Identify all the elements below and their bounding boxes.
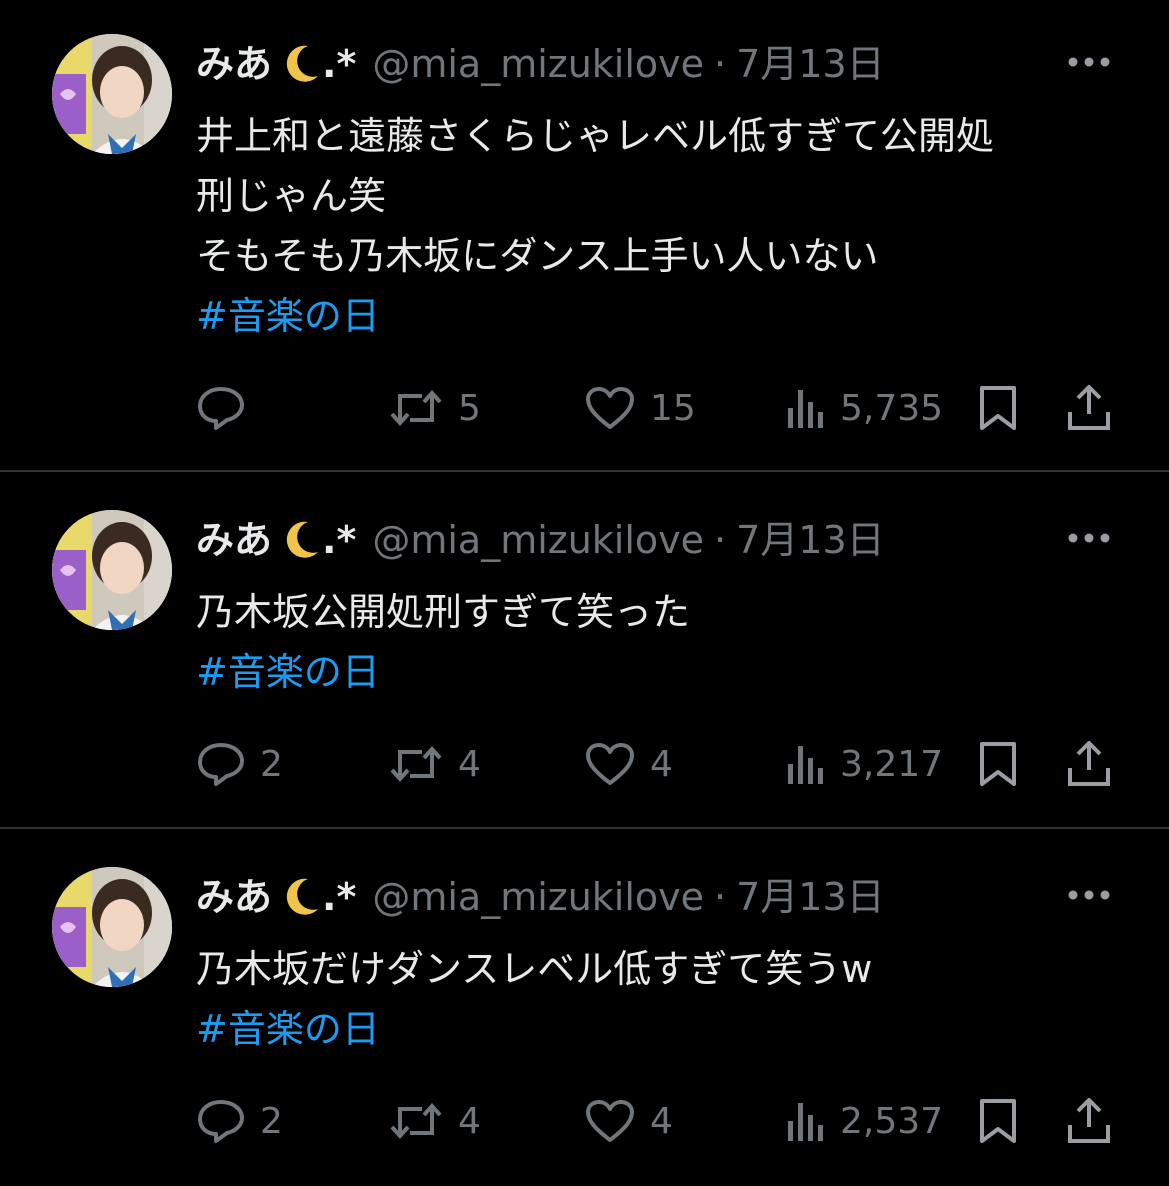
tweet-text-line: 井上和と遠藤さくらじゃレベル低すぎて公開処 [196, 114, 995, 158]
display-name-suffix: .* [322, 518, 357, 562]
like-icon [586, 1100, 634, 1142]
avatar[interactable] [52, 867, 172, 987]
reply-count: 2 [260, 1100, 283, 1142]
tweet-text-line: 乃木坂だけダンスレベル低すぎて笑うw [196, 947, 873, 991]
divider [0, 827, 1169, 829]
views-icon [788, 1103, 823, 1141]
bookmark-button[interactable] [978, 736, 1018, 792]
retweet-count: 5 [458, 387, 481, 429]
display-name-suffix: .* [322, 875, 357, 919]
bookmark-button[interactable] [978, 1093, 1018, 1149]
bookmark-button[interactable] [978, 380, 1018, 436]
tweet-date[interactable]: 7月13日 [736, 40, 885, 88]
like-button[interactable]: 4 [584, 1093, 673, 1149]
tweet-text: 井上和と遠藤さくらじゃレベル低すぎて公開処 刑じゃん笑 そもそも乃木坂にダンス上… [196, 106, 1116, 346]
user-handle[interactable]: @mia_mizukilove [372, 40, 704, 88]
views-count: 3,217 [840, 743, 944, 785]
separator-dot: · [714, 518, 727, 562]
share-icon [1068, 1098, 1110, 1143]
hashtag-link[interactable]: #音楽の日 [196, 642, 1116, 702]
tweet-text: 乃木坂公開処刑すぎて笑った #音楽の日 [196, 582, 1116, 702]
user-handle[interactable]: @mia_mizukilove [372, 873, 704, 921]
separator-dot: · [714, 875, 727, 919]
tweet-text-line: 刑じゃん笑 [196, 174, 387, 218]
crescent-moon-icon [286, 878, 319, 915]
retweet-button[interactable]: 4 [388, 1093, 481, 1149]
retweet-icon [390, 389, 442, 427]
tweet-header: みあ .* @mia_mizukilove · 7月13日 [196, 516, 885, 564]
reply-icon [198, 743, 244, 786]
crescent-moon-icon [286, 45, 319, 82]
views-count: 2,537 [840, 1100, 944, 1142]
reply-button[interactable] [196, 380, 260, 436]
like-count: 4 [650, 1100, 673, 1142]
hashtag-link[interactable]: #音楽の日 [196, 999, 1116, 1059]
share-button[interactable] [1066, 736, 1112, 792]
like-button[interactable]: 15 [584, 380, 696, 436]
bookmark-icon [980, 1099, 1016, 1143]
views-icon [788, 746, 823, 784]
action-bar: 2 4 4 3,217 [196, 736, 1126, 792]
reply-icon [198, 387, 244, 430]
display-name[interactable]: みあ [196, 516, 272, 564]
like-icon [586, 387, 634, 429]
reply-icon [198, 1100, 244, 1143]
tweet-date[interactable]: 7月13日 [736, 873, 885, 921]
display-name-suffix: .* [322, 42, 357, 86]
separator-dot: · [714, 42, 727, 86]
tweet-header: みあ .* @mia_mizukilove · 7月13日 [196, 40, 885, 88]
tweet-text: 乃木坂だけダンスレベル低すぎて笑うw #音楽の日 [196, 939, 1116, 1059]
views-button[interactable]: 2,537 [786, 1093, 943, 1149]
avatar[interactable] [52, 510, 172, 630]
retweet-button[interactable]: 4 [388, 736, 481, 792]
display-name[interactable]: みあ [196, 873, 272, 921]
views-count: 5,735 [840, 387, 944, 429]
tweet-header: みあ .* @mia_mizukilove · 7月13日 [196, 873, 885, 921]
reply-count: 2 [260, 743, 283, 785]
retweet-icon [390, 745, 442, 783]
tweet-date[interactable]: 7月13日 [736, 516, 885, 564]
more-icon[interactable] [1067, 532, 1111, 544]
tweet-text-line: 乃木坂公開処刑すぎて笑った [196, 590, 691, 634]
like-button[interactable]: 4 [584, 736, 673, 792]
display-name[interactable]: みあ [196, 40, 272, 88]
bookmark-icon [980, 386, 1016, 430]
avatar[interactable] [52, 34, 172, 154]
crescent-moon-icon [286, 521, 319, 558]
action-bar: 2 4 4 2,537 [196, 1093, 1126, 1149]
retweet-button[interactable]: 5 [388, 380, 481, 436]
divider [0, 470, 1169, 472]
more-icon[interactable] [1067, 889, 1111, 901]
hashtag-link[interactable]: #音楽の日 [196, 286, 1116, 346]
user-handle[interactable]: @mia_mizukilove [372, 516, 704, 564]
share-button[interactable] [1066, 1093, 1112, 1149]
views-button[interactable]: 5,735 [786, 380, 943, 436]
retweet-icon [390, 1102, 442, 1140]
views-button[interactable]: 3,217 [786, 736, 943, 792]
like-count: 15 [650, 387, 696, 429]
tweet-text-line: そもそも乃木坂にダンス上手い人いない [196, 234, 879, 278]
reply-button[interactable]: 2 [196, 736, 283, 792]
retweet-count: 4 [458, 743, 481, 785]
more-icon[interactable] [1067, 56, 1111, 68]
like-icon [586, 743, 634, 785]
reply-button[interactable]: 2 [196, 1093, 283, 1149]
action-bar: 5 15 5,735 [196, 380, 1126, 436]
share-icon [1068, 741, 1110, 786]
views-icon [788, 390, 823, 428]
share-button[interactable] [1066, 380, 1112, 436]
retweet-count: 4 [458, 1100, 481, 1142]
like-count: 4 [650, 743, 673, 785]
share-icon [1068, 385, 1110, 430]
bookmark-icon [980, 742, 1016, 786]
